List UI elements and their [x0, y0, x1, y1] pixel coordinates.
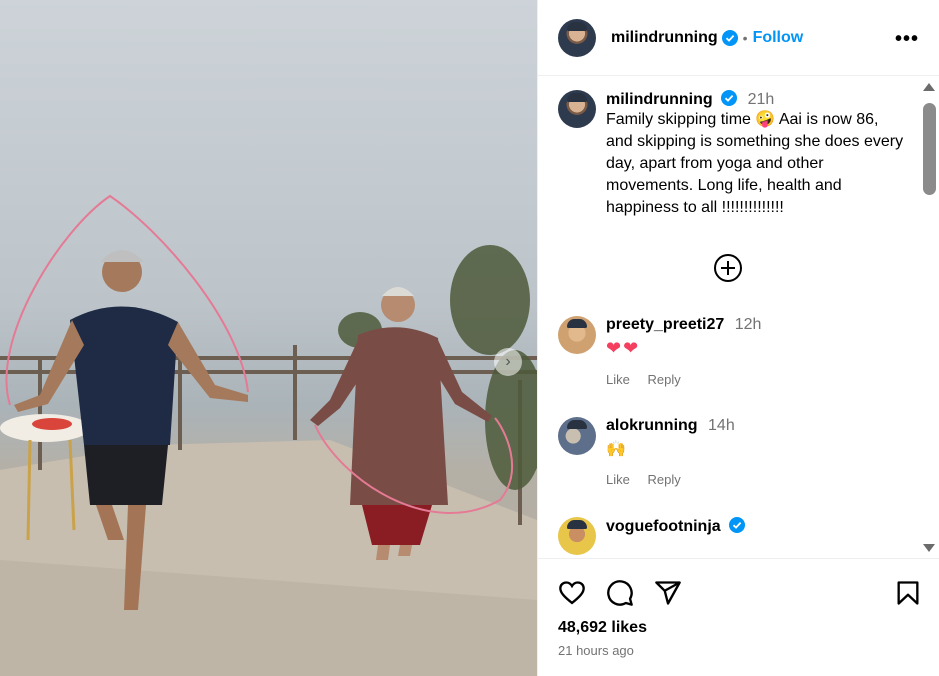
post-side-panel: milindrunning • Follow ••• milindrunning…: [537, 0, 939, 676]
avatar[interactable]: [558, 18, 596, 57]
likes-count[interactable]: 48,692 likes: [558, 619, 647, 637]
verified-icon: [729, 517, 746, 533]
comment-username[interactable]: preety_preeti27: [606, 316, 724, 333]
comment-text: ❤❤: [606, 338, 641, 358]
like-icon[interactable]: [558, 579, 586, 607]
caption-time[interactable]: 21h: [748, 91, 775, 108]
post-photo: [0, 194, 537, 676]
reply-button[interactable]: Reply: [647, 372, 680, 387]
next-media-icon[interactable]: ›: [494, 348, 522, 376]
post-footer: 48,692 likes 21 hours ago: [538, 558, 939, 676]
comment-item: alokrunning 14h 🙌 Like Reply: [558, 417, 906, 487]
like-comment-button[interactable]: Like: [606, 372, 630, 387]
avatar[interactable]: [558, 417, 596, 455]
post-author-username[interactable]: milindrunning: [611, 29, 718, 47]
save-icon[interactable]: [894, 579, 922, 607]
comments-list[interactable]: milindrunning 21h Family skipping time 🤪…: [538, 77, 921, 557]
verified-icon: [721, 29, 738, 46]
like-comment-button[interactable]: Like: [606, 472, 630, 487]
more-options-icon[interactable]: •••: [895, 28, 919, 51]
post-media[interactable]: ›: [0, 0, 537, 676]
comment-time[interactable]: 12h: [735, 316, 762, 333]
comment-username[interactable]: alokrunning: [606, 417, 698, 434]
share-icon[interactable]: [654, 579, 682, 607]
comment-username[interactable]: voguefootninja: [606, 518, 721, 535]
scroll-thumb[interactable]: [923, 103, 936, 195]
post-header: milindrunning • Follow •••: [538, 0, 939, 76]
comment-text: 🙌: [606, 441, 626, 458]
comment-time[interactable]: 14h: [708, 417, 735, 434]
verified-icon: [721, 90, 738, 106]
post-timestamp[interactable]: 21 hours ago: [558, 643, 634, 658]
load-more-icon[interactable]: [714, 254, 742, 282]
comment-item: voguefootninja: [558, 517, 906, 555]
avatar[interactable]: [558, 316, 596, 354]
caption-item: milindrunning 21h Family skipping time 🤪…: [558, 90, 906, 219]
caption-username[interactable]: milindrunning: [606, 91, 713, 108]
caption-text: Family skipping time 🤪 Aai is now 86, an…: [606, 111, 904, 216]
avatar[interactable]: [558, 90, 596, 128]
scroll-up-icon[interactable]: [923, 83, 935, 91]
comment-icon[interactable]: [606, 579, 634, 607]
separator-dot: •: [742, 29, 748, 46]
avatar[interactable]: [558, 517, 596, 555]
comment-item: preety_preeti27 12h ❤❤ Like Reply: [558, 316, 906, 387]
follow-button[interactable]: Follow: [753, 29, 804, 47]
reply-button[interactable]: Reply: [647, 472, 680, 487]
scroll-down-icon[interactable]: [923, 544, 935, 552]
